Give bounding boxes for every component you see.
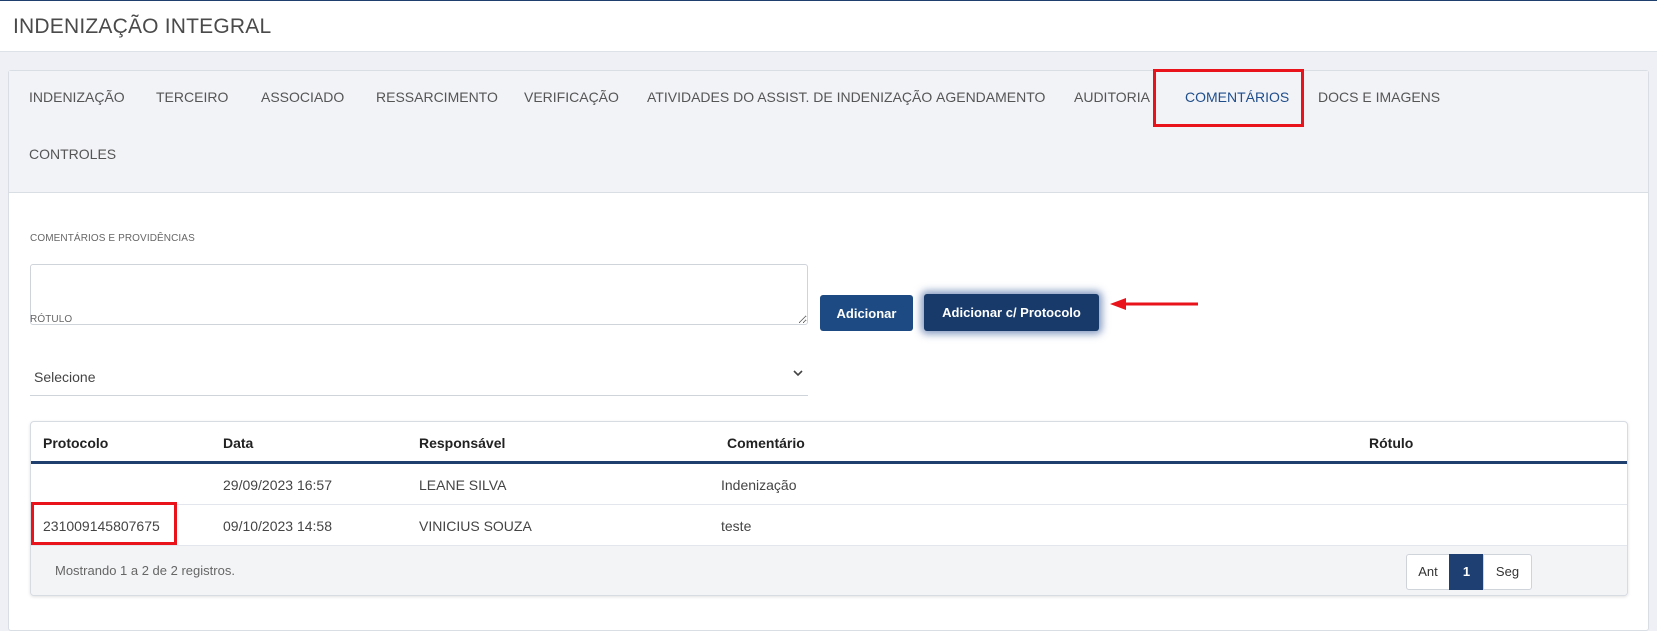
cell-responsavel: VINICIUS SOUZA [419,518,532,534]
tab-ressarcimento[interactable]: RESSARCIMENTO [376,89,498,105]
highlight-box-tab [1153,69,1304,127]
tab-associado[interactable]: ASSOCIADO [261,89,344,105]
chevron-down-icon [793,370,803,377]
tab-verificacao[interactable]: VERIFICAÇÃO [524,89,619,105]
tag-select[interactable]: Selecione [30,354,808,396]
cell-comentario: Indenização [721,477,797,493]
tag-label: RÓTULO [30,314,73,325]
col-header-protocolo[interactable]: Protocolo [43,435,108,451]
tab-indenizacao[interactable]: INDENIZAÇÃO [29,89,125,105]
main-card: INDENIZAÇÃO TERCEIRO ASSOCIADO RESSARCIM… [8,69,1649,631]
pager-page-1-button[interactable]: 1 [1449,554,1484,590]
cell-responsavel: LEANE SILVA [419,477,507,493]
pager-prev-button[interactable]: Ant [1406,554,1450,590]
table-footer: Mostrando 1 a 2 de 2 registros. Ant 1 Se… [31,546,1627,595]
col-header-rotulo[interactable]: Rótulo [1369,435,1413,451]
pager-next-button[interactable]: Seg [1483,554,1532,590]
red-arrow-icon [1110,298,1198,310]
page-title: INDENIZAÇÃO INTEGRAL [13,15,272,38]
add-button[interactable]: Adicionar [820,295,913,331]
col-header-responsavel[interactable]: Responsável [419,435,505,451]
tab-atividades[interactable]: ATIVIDADES DO ASSIST. DE INDENIZAÇÃO [647,89,932,105]
table-row: 231009145807675 09/10/2023 14:58 VINICIU… [31,502,1627,546]
tab-controles[interactable]: CONTROLES [29,146,116,162]
highlight-box-protocol [31,502,177,545]
col-header-data[interactable]: Data [223,435,253,451]
col-header-comentario[interactable]: Comentário [727,435,805,451]
cell-data: 09/10/2023 14:58 [223,518,332,534]
tab-terceiro[interactable]: TERCEIRO [156,89,228,105]
tab-agendamento[interactable]: AGENDAMENTO [936,89,1045,105]
records-info: Mostrando 1 a 2 de 2 registros. [55,563,235,578]
table-row: 29/09/2023 16:57 LEANE SILVA Indenização [31,464,1627,505]
cell-comentario: teste [721,518,752,534]
top-bar: INDENIZAÇÃO INTEGRAL [0,0,1657,52]
comments-textarea[interactable] [30,264,808,325]
tag-select-value: Selecione [34,369,96,385]
tab-bar: INDENIZAÇÃO TERCEIRO ASSOCIADO RESSARCIM… [9,69,1648,193]
cell-data: 29/09/2023 16:57 [223,477,332,493]
tab-docs-imagens[interactable]: DOCS E IMAGENS [1318,89,1440,105]
tab-auditoria[interactable]: AUDITORIA [1074,89,1150,105]
comments-table: Protocolo Data Responsável Comentário Ró… [30,421,1628,596]
add-with-protocol-button[interactable]: Adicionar c/ Protocolo [924,294,1099,331]
comments-label: COMENTÁRIOS E PROVIDÊNCIAS [30,233,195,244]
